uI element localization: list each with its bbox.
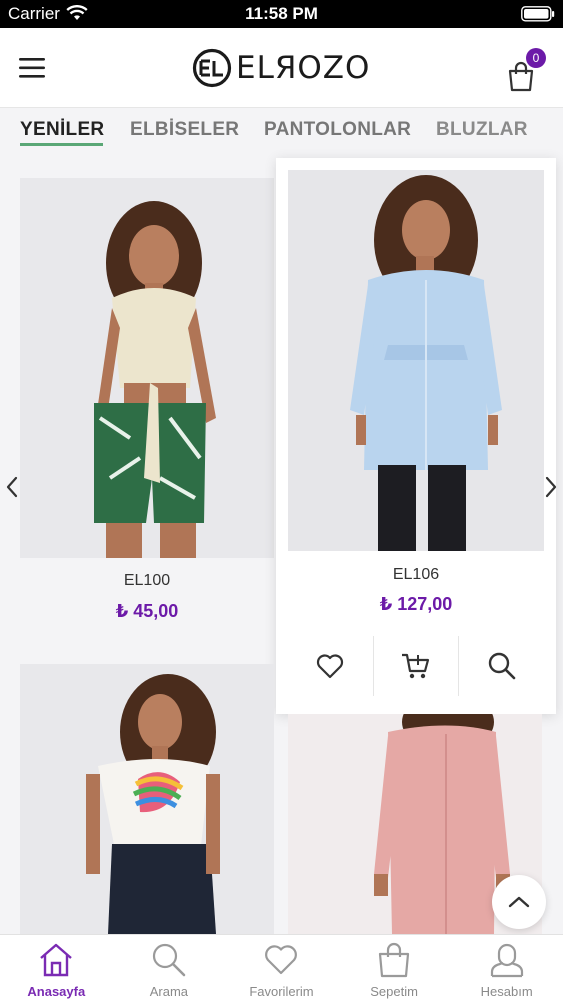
home-icon (40, 943, 73, 977)
product-price: ₺ 127,00 (379, 594, 453, 614)
app-screen: Carrier 11:58 PM ELЯOZO 0 YENİLER ELBİSE… (0, 0, 563, 1000)
app-header: ELЯOZO 0 (0, 28, 563, 108)
status-bar: Carrier 11:58 PM (0, 0, 563, 28)
carousel-prev-icon[interactable] (2, 474, 22, 500)
add-to-cart-button[interactable] (374, 636, 460, 696)
nav-item-account[interactable]: Hesabım (450, 935, 563, 1000)
product-name: EL100 (123, 572, 171, 589)
bottom-navigation: Anasayfa Arama Favorilerim Sepetim Hesab… (0, 934, 563, 1000)
search-icon (152, 943, 186, 977)
tab-elbiseler[interactable]: ELBİSELER (130, 119, 239, 141)
product-image[interactable] (20, 178, 274, 558)
tab-pantolonlar[interactable]: PANTOLONLAR (264, 119, 411, 141)
bag-icon (378, 942, 410, 978)
product-card[interactable]: EL100 ₺ 45,00 (20, 178, 274, 638)
product-card[interactable]: EL106 ₺ 127,00 (276, 158, 556, 714)
heart-icon (317, 654, 344, 679)
tab-bluzlar[interactable]: BLUZLAR (436, 119, 528, 141)
tab-yeniler[interactable]: YENİLER (20, 119, 104, 141)
nav-item-favorites[interactable]: Favorilerim (225, 935, 338, 1000)
nav-label: Arama (149, 984, 189, 999)
product-name: EL106 (392, 566, 440, 583)
status-time: 11:58 PM (245, 4, 318, 23)
nav-item-search[interactable]: Arama (113, 935, 226, 1000)
product-actions (288, 636, 544, 696)
nav-item-home[interactable]: Anasayfa (0, 935, 113, 1000)
nav-item-cart[interactable]: Sepetim (338, 935, 451, 1000)
quick-view-button[interactable] (459, 636, 544, 696)
logo-mark-icon (192, 48, 232, 88)
active-tab-indicator (20, 143, 103, 146)
cart-button[interactable]: 0 (506, 48, 550, 92)
nav-label: Anasayfa (27, 984, 86, 999)
nav-label: Hesabım (480, 984, 533, 999)
menu-icon[interactable] (18, 55, 46, 81)
nav-label: Favorilerim (249, 984, 314, 999)
brand-logo[interactable]: ELЯOZO (192, 46, 370, 90)
category-tabs: YENİLER ELBİSELER PANTOLONLAR BLUZLAR (0, 109, 563, 157)
search-icon (488, 652, 515, 680)
chevron-up-icon (508, 896, 530, 908)
nav-label: Sepetim (370, 984, 418, 999)
product-image[interactable] (288, 170, 544, 551)
user-icon (490, 943, 523, 978)
carousel-next-icon[interactable] (541, 474, 561, 500)
product-card[interactable] (20, 664, 274, 934)
cart-add-icon (402, 653, 430, 679)
heart-icon (265, 945, 298, 975)
product-image[interactable] (20, 664, 274, 934)
cart-count-badge: 0 (526, 48, 546, 68)
favorite-button[interactable] (288, 636, 374, 696)
battery-icon (521, 6, 555, 22)
scroll-to-top-button[interactable] (492, 875, 546, 929)
product-price: ₺ 45,00 (115, 601, 179, 621)
logo-text: ELЯOZO (236, 50, 371, 86)
